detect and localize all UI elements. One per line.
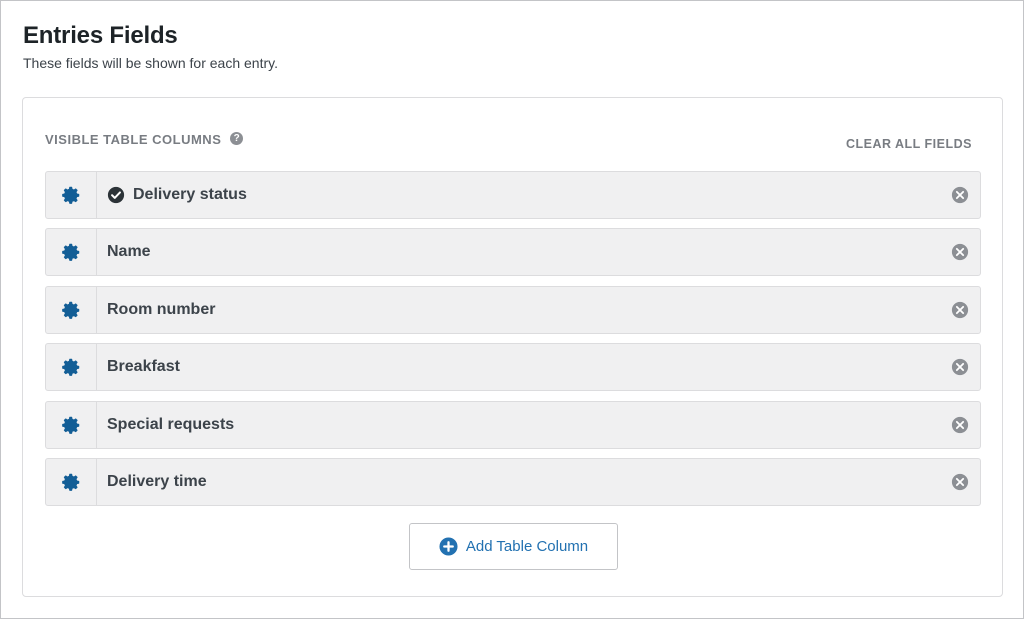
remove-icon[interactable] <box>940 459 980 505</box>
remove-icon[interactable] <box>940 402 980 448</box>
remove-icon[interactable] <box>940 287 980 333</box>
field-label: Name <box>107 243 151 261</box>
gear-icon[interactable] <box>46 344 97 391</box>
section-header: VISIBLE TABLE COLUMNS ? <box>45 131 244 147</box>
page-description: These fields will be shown for each entr… <box>23 55 278 71</box>
remove-icon[interactable] <box>940 229 980 275</box>
gear-icon[interactable] <box>46 401 97 448</box>
plus-circle-icon <box>439 537 458 556</box>
gear-icon[interactable] <box>46 286 97 333</box>
page-title: Entries Fields <box>23 22 178 49</box>
field-list: Delivery status Name Room number Breakfa… <box>45 171 981 515</box>
field-label: Room number <box>107 300 216 318</box>
remove-icon[interactable] <box>940 172 980 218</box>
field-label: Delivery status <box>133 186 247 203</box>
field-row-delivery-status[interactable]: Delivery status <box>45 171 981 219</box>
add-table-column-button[interactable]: Add Table Column <box>409 523 618 570</box>
field-label: Breakfast <box>107 358 180 376</box>
section-label: VISIBLE TABLE COLUMNS <box>45 132 222 147</box>
window-frame: Entries Fields These fields will be show… <box>0 0 1024 619</box>
check-circle-icon <box>107 186 125 204</box>
gear-icon[interactable] <box>46 458 97 505</box>
help-icon[interactable]: ? <box>230 131 244 145</box>
field-row-name[interactable]: Name <box>45 228 981 277</box>
field-row-delivery-time[interactable]: Delivery time <box>45 457 981 506</box>
field-row-breakfast[interactable]: Breakfast <box>45 343 981 392</box>
remove-icon[interactable] <box>940 344 980 390</box>
add-table-column-label: Add Table Column <box>465 538 589 555</box>
fields-panel: VISIBLE TABLE COLUMNS ? CLEAR ALL FIELDS… <box>22 97 1003 597</box>
gear-icon[interactable] <box>46 172 97 218</box>
clear-all-fields-link[interactable]: CLEAR ALL FIELDS <box>846 137 972 151</box>
gear-icon[interactable] <box>46 229 97 276</box>
field-label: Special requests <box>107 415 235 433</box>
field-label: Delivery time <box>107 472 207 490</box>
field-row-room-number[interactable]: Room number <box>45 285 981 334</box>
field-row-special-requests[interactable]: Special requests <box>45 400 981 449</box>
